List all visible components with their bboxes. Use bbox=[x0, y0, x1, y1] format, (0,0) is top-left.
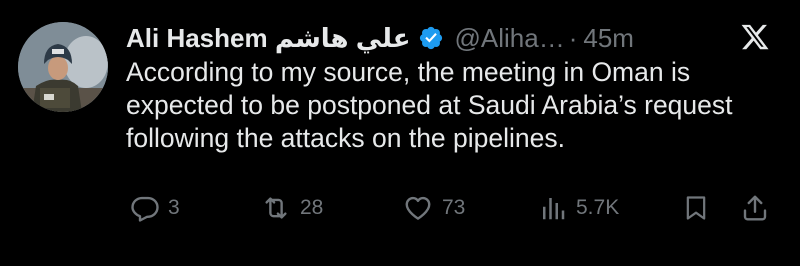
retweet-button[interactable]: 28 bbox=[260, 190, 323, 226]
author-handle[interactable]: @Aliha… bbox=[454, 23, 564, 54]
like-button[interactable]: 73 bbox=[402, 190, 465, 226]
retweet-arrows-icon bbox=[260, 193, 292, 223]
heart-outline-icon bbox=[402, 193, 434, 223]
verified-badge-icon bbox=[418, 25, 444, 51]
timestamp[interactable]: 45m bbox=[583, 23, 634, 54]
display-name[interactable]: Ali Hashem علي هاشم bbox=[126, 23, 410, 54]
reply-button[interactable]: 3 bbox=[130, 190, 180, 226]
retweet-count: 28 bbox=[300, 196, 324, 219]
share-button[interactable] bbox=[740, 190, 770, 226]
action-bar: 3 28 73 5.7K bbox=[126, 190, 776, 226]
bar-chart-icon bbox=[538, 193, 568, 223]
tweet-text: According to my source, the meeting in O… bbox=[126, 57, 733, 153]
x-logo-icon[interactable] bbox=[740, 22, 770, 52]
views-button[interactable]: 5.7K bbox=[538, 190, 619, 226]
tweet-header: Ali Hashem علي هاشم @Aliha… · 45m bbox=[126, 18, 634, 58]
like-count: 73 bbox=[442, 196, 466, 219]
avatar[interactable] bbox=[18, 22, 108, 112]
bookmark-icon bbox=[682, 193, 710, 223]
reply-count: 3 bbox=[168, 196, 180, 219]
view-count: 5.7K bbox=[576, 196, 620, 219]
share-upload-icon bbox=[740, 193, 770, 223]
speech-bubble-icon bbox=[130, 193, 160, 223]
tweet-card[interactable]: Ali Hashem علي هاشم @Aliha… · 45m Accord… bbox=[0, 0, 800, 266]
bookmark-button[interactable] bbox=[682, 190, 710, 226]
separator-dot: · bbox=[568, 22, 578, 53]
